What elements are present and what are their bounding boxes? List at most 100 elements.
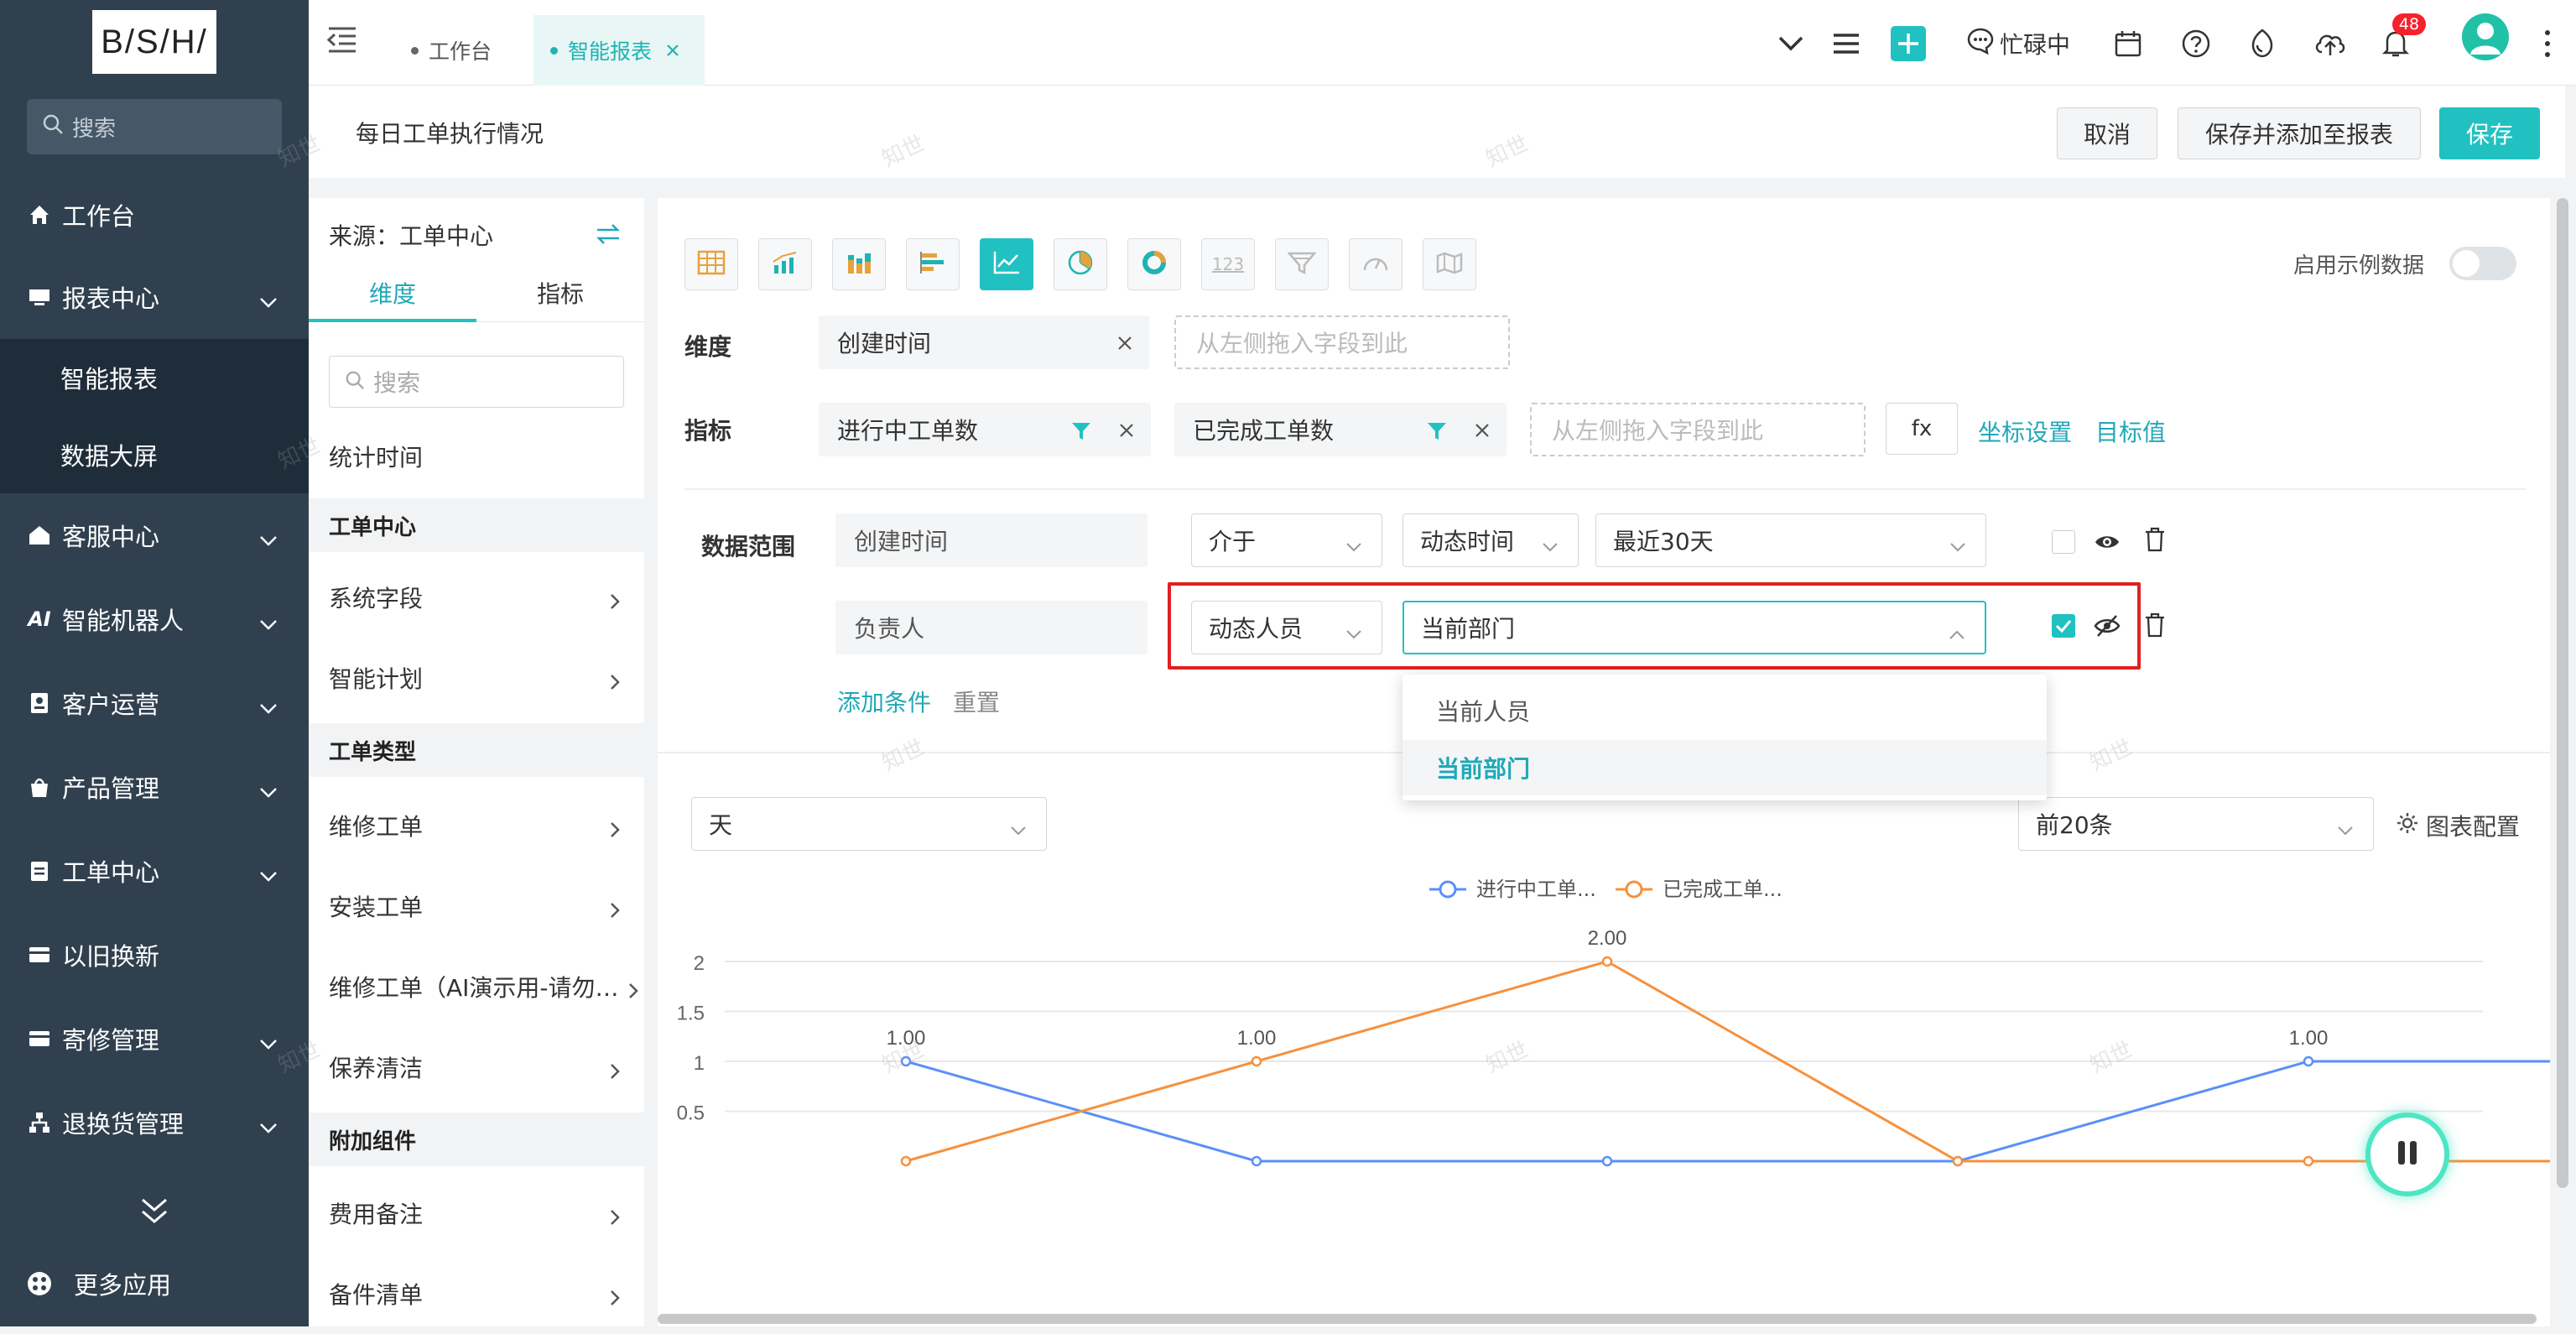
more-vertical-icon[interactable]: [2543, 25, 2552, 62]
field-search-input[interactable]: 搜索: [329, 356, 624, 408]
field-type-repair-ai[interactable]: 维修工单（AI演示用-请勿…: [309, 946, 644, 1027]
data-point[interactable]: [1601, 1155, 1613, 1167]
dropdown-option-current-person[interactable]: 当前人员: [1402, 683, 2047, 738]
target-value-link[interactable]: 目标值: [2095, 414, 2166, 448]
help-icon[interactable]: [2181, 25, 2211, 62]
field-addon-fee[interactable]: 费用备注: [309, 1173, 644, 1253]
sidebar-item-customer-ops[interactable]: 客户运营: [0, 663, 309, 743]
pause-button[interactable]: [2365, 1113, 2449, 1196]
list-icon[interactable]: [1832, 25, 1860, 62]
horizontal-scrollbar[interactable]: [658, 1314, 2537, 1324]
status-busy[interactable]: 忙碌中: [1966, 25, 2070, 62]
collapse-more-icon[interactable]: [139, 1196, 169, 1228]
chart-type-horizontal-bar[interactable]: [906, 238, 960, 290]
reset-link[interactable]: 重置: [953, 685, 1000, 718]
data-point[interactable]: [1601, 956, 1613, 967]
calendar-icon[interactable]: [2114, 25, 2142, 62]
filter-icon[interactable]: [1070, 419, 1092, 447]
topn-select[interactable]: 前20条: [2018, 797, 2374, 851]
dimension-chip[interactable]: 创建时间: [819, 315, 1149, 369]
service-icon[interactable]: [2248, 25, 2277, 62]
tab-workbench[interactable]: 工作台: [394, 15, 510, 86]
metric-chip-in-progress[interactable]: 进行中工单数: [819, 403, 1151, 456]
condition-field-owner[interactable]: 负责人: [835, 601, 1147, 654]
field-system-fields[interactable]: 系统字段: [309, 557, 644, 638]
avatar[interactable]: [2461, 13, 2510, 60]
add-icon[interactable]: [1891, 25, 1926, 62]
field-type-repair[interactable]: 维修工单: [309, 785, 644, 866]
chart-type-number[interactable]: 123: [1201, 238, 1255, 290]
cancel-button[interactable]: 取消: [2057, 107, 2157, 159]
filter-icon[interactable]: [1426, 419, 1448, 447]
chart-type-line[interactable]: [980, 238, 1033, 290]
chart-type-table[interactable]: [684, 238, 738, 290]
tab-smart-report[interactable]: 智能报表: [533, 15, 705, 86]
axis-settings-link[interactable]: 坐标设置: [1978, 414, 2072, 448]
condition-operator-select[interactable]: 介于: [1191, 513, 1382, 567]
delete-icon[interactable]: [2144, 527, 2166, 555]
dropdown-option-current-department[interactable]: 当前部门: [1402, 740, 2047, 795]
sidebar-search[interactable]: 搜索: [27, 99, 282, 154]
close-tab-icon[interactable]: [665, 39, 680, 63]
delete-icon[interactable]: [2144, 612, 2166, 641]
field-type-install[interactable]: 安装工单: [309, 866, 644, 946]
formula-button[interactable]: fx: [1886, 403, 1958, 455]
chart-legend[interactable]: 进行中工单... 已完成工单...: [1429, 878, 1782, 901]
tab-metric[interactable]: 指标: [476, 274, 644, 322]
save-and-add-button[interactable]: 保存并添加至报表: [2178, 107, 2421, 159]
granularity-select[interactable]: 天: [691, 797, 1047, 851]
save-button[interactable]: 保存: [2439, 107, 2540, 159]
field-stat-time[interactable]: 统计时间: [309, 416, 644, 497]
field-addon-parts[interactable]: 备件清单: [309, 1253, 644, 1334]
sidebar-more-apps[interactable]: 更多应用: [0, 1243, 309, 1324]
data-point[interactable]: [1251, 1155, 1262, 1167]
chevron-down-icon[interactable]: [1777, 25, 1805, 62]
condition-checkbox-checked[interactable]: [2052, 614, 2075, 638]
data-point[interactable]: [1251, 1055, 1262, 1067]
chart-type-bar-line[interactable]: [758, 238, 812, 290]
chart-type-stacked-bar[interactable]: [832, 238, 886, 290]
chart-config-button[interactable]: 图表配置: [2396, 809, 2520, 842]
metric-drop-zone[interactable]: 从左侧拖入字段到此: [1530, 403, 1866, 456]
sidebar-item-data-screen[interactable]: 数据大屏: [0, 416, 309, 493]
sidebar-item-reports[interactable]: 报表中心: [0, 257, 309, 337]
condition-mode-select[interactable]: 动态时间: [1402, 513, 1579, 567]
vertical-scrollbar[interactable]: [2557, 198, 2568, 1188]
remove-icon[interactable]: [1473, 418, 1491, 446]
condition-dynamic-person-select[interactable]: 动态人员: [1191, 601, 1382, 654]
sidebar-item-repair[interactable]: 寄修管理: [0, 998, 309, 1079]
data-point[interactable]: [2303, 1155, 2314, 1167]
sample-data-toggle[interactable]: [2449, 247, 2516, 280]
sidebar-item-returns[interactable]: 退换货管理: [0, 1082, 309, 1163]
sidebar-item-smart-report[interactable]: 智能报表: [0, 339, 309, 416]
metric-chip-completed[interactable]: 已完成工单数: [1174, 403, 1507, 456]
eye-icon[interactable]: [2094, 532, 2121, 555]
menu-toggle-icon[interactable]: [326, 25, 359, 59]
sidebar-item-work-orders[interactable]: 工单中心: [0, 831, 309, 911]
eye-off-icon[interactable]: [2094, 614, 2121, 641]
field-smart-plan[interactable]: 智能计划: [309, 638, 644, 718]
remove-icon[interactable]: [1116, 331, 1134, 358]
logo[interactable]: B/S/H/: [92, 10, 216, 74]
sidebar-item-customer-service[interactable]: 客服中心: [0, 495, 309, 576]
condition-field-created-time[interactable]: 创建时间: [835, 513, 1147, 567]
condition-department-select[interactable]: 当前部门: [1402, 601, 1986, 654]
remove-icon[interactable]: [1117, 418, 1136, 446]
field-type-maintenance[interactable]: 保养清洁: [309, 1027, 644, 1107]
data-point[interactable]: [1952, 1155, 1964, 1167]
cloud-upload-icon[interactable]: [2313, 25, 2347, 62]
condition-value-select[interactable]: 最近30天: [1595, 513, 1986, 567]
sidebar-item-robot[interactable]: AI 智能机器人: [0, 579, 309, 659]
data-point[interactable]: [2303, 1055, 2314, 1067]
switch-source-icon[interactable]: [596, 223, 621, 248]
data-point[interactable]: [900, 1155, 912, 1167]
condition-checkbox[interactable]: [2052, 530, 2075, 554]
tab-dimension[interactable]: 维度: [309, 274, 476, 322]
sidebar-item-workbench[interactable]: 工作台: [0, 175, 309, 255]
sidebar-item-trade-in[interactable]: 以旧换新: [0, 915, 309, 995]
add-condition-link[interactable]: 添加条件: [837, 685, 931, 718]
sidebar-item-product[interactable]: 产品管理: [0, 747, 309, 827]
chart-type-donut[interactable]: [1127, 238, 1181, 290]
dimension-drop-zone[interactable]: 从左侧拖入字段到此: [1174, 315, 1510, 369]
chart-type-map[interactable]: [1423, 238, 1476, 290]
